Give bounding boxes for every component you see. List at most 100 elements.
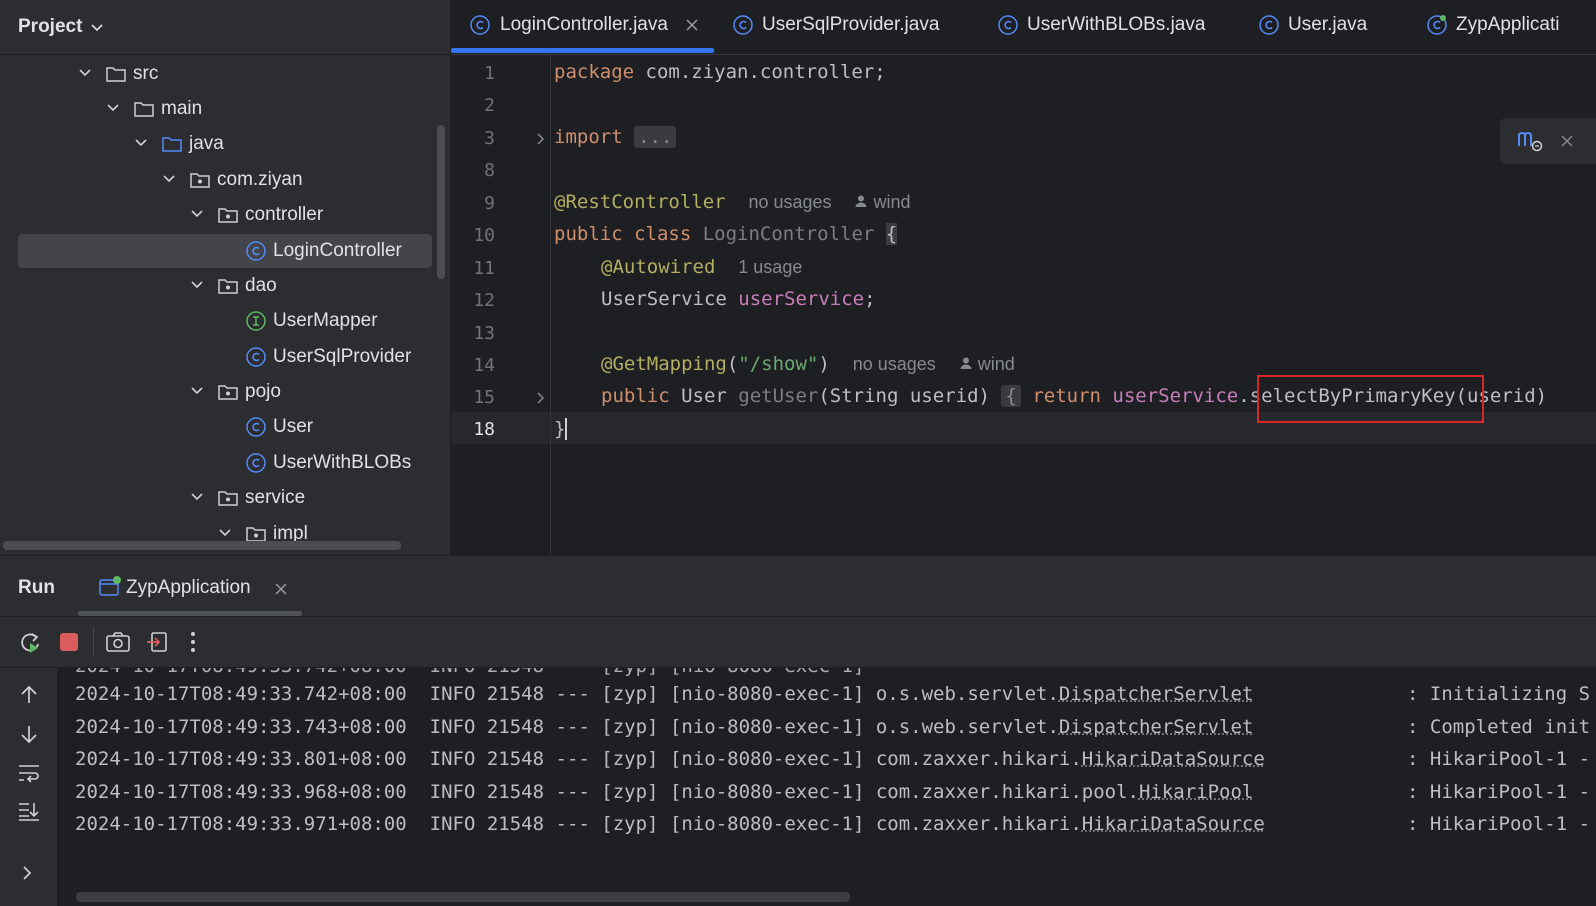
chevron-down-icon[interactable] bbox=[78, 66, 92, 80]
soft-wrap-icon[interactable] bbox=[17, 762, 41, 784]
camera-icon[interactable] bbox=[105, 630, 131, 654]
chevron-down-icon[interactable] bbox=[218, 526, 232, 540]
exit-icon[interactable] bbox=[145, 630, 169, 654]
tree-item-java[interactable]: java bbox=[0, 127, 440, 161]
log-level: INFO bbox=[430, 668, 476, 677]
close-icon[interactable] bbox=[274, 582, 288, 596]
active-tab-indicator bbox=[78, 611, 302, 616]
tab-logincontroller[interactable]: LoginController.java bbox=[469, 0, 714, 54]
log-package: com.zaxxer.hikari.pool. bbox=[875, 781, 1139, 803]
run-panel: Run ZypApplication 2024-10-17T08:49:33.7… bbox=[0, 556, 1596, 906]
folded-imports[interactable]: ... bbox=[634, 126, 677, 148]
active-tab-indicator bbox=[451, 48, 714, 53]
tree-item-com-ziyan[interactable]: com.ziyan bbox=[0, 163, 440, 197]
folded-body[interactable]: { bbox=[1001, 385, 1021, 407]
log-message: : HikariPool-1 - bbox=[1407, 781, 1591, 803]
code-line-10[interactable]: public class LoginController { bbox=[554, 223, 898, 245]
tree-item-controller[interactable]: controller bbox=[0, 198, 440, 232]
tree-item-label: service bbox=[245, 487, 306, 508]
project-panel-title[interactable]: Project bbox=[18, 16, 82, 38]
chevron-right-icon[interactable] bbox=[20, 864, 34, 882]
chevron-down-icon[interactable] bbox=[162, 172, 176, 186]
log-sep: --- bbox=[555, 748, 590, 770]
author-hint[interactable]: wind bbox=[854, 192, 911, 212]
log-level: INFO bbox=[429, 781, 476, 803]
log-class-link[interactable]: HikariPool bbox=[1139, 781, 1253, 803]
tree-item-usermapper[interactable]: UserMapper bbox=[0, 304, 440, 338]
rerun-icon[interactable] bbox=[17, 630, 43, 656]
log-class-link[interactable]: DispatcherServlet bbox=[1059, 716, 1253, 738]
log-thread: [nio-8080-exec-1] bbox=[669, 813, 865, 835]
tree-item-label: UserMapper bbox=[273, 310, 378, 331]
arrow-up-icon[interactable] bbox=[18, 684, 40, 706]
log-thread: [nio-8080-exec-1] bbox=[669, 748, 865, 770]
tree-item-label: impl bbox=[273, 523, 308, 541]
more-options-icon[interactable] bbox=[187, 630, 199, 654]
tree-vertical-scrollbar[interactable] bbox=[437, 125, 445, 279]
tree-item-userwithblobs[interactable]: UserWithBLOBs bbox=[0, 446, 440, 480]
stop-icon[interactable] bbox=[58, 631, 80, 653]
code-editor: LoginController.java UserSqlProvider.jav… bbox=[451, 0, 1596, 555]
chevron-down-icon[interactable] bbox=[134, 136, 148, 150]
scroll-to-end-icon[interactable] bbox=[17, 800, 41, 822]
tree-item-usersqlprovider[interactable]: UserSqlProvider bbox=[0, 340, 440, 374]
tab-label: ZypApplicati bbox=[1456, 14, 1560, 35]
annotation: @GetMapping bbox=[601, 353, 727, 375]
code-line-3[interactable]: import ... bbox=[554, 126, 677, 148]
tree-item-impl[interactable]: impl bbox=[0, 517, 440, 541]
chevron-down-icon[interactable] bbox=[190, 490, 204, 504]
arrow-down-icon[interactable] bbox=[18, 723, 40, 745]
chevron-down-icon[interactable] bbox=[190, 384, 204, 398]
run-panel-title[interactable]: Run bbox=[18, 577, 55, 599]
tree-item-main[interactable]: main bbox=[0, 92, 440, 126]
chevron-right-icon[interactable] bbox=[535, 390, 547, 406]
user-icon bbox=[960, 357, 972, 369]
tab-userwithblobs[interactable]: UserWithBLOBs.java bbox=[997, 0, 1237, 54]
chevron-down-icon[interactable] bbox=[106, 101, 120, 115]
usage-hint[interactable]: 1 usage bbox=[738, 257, 802, 277]
tree-item-service[interactable]: service bbox=[0, 481, 440, 515]
log-class-link[interactable]: HikariDataSource bbox=[1082, 748, 1265, 770]
log-class-link[interactable]: DispatcherServlet bbox=[1059, 683, 1253, 705]
tab-zypapplication[interactable]: ZypApplicati bbox=[1426, 0, 1596, 54]
author-hint[interactable]: wind bbox=[959, 354, 1015, 374]
keyword: public class bbox=[554, 223, 692, 245]
chevron-down-icon[interactable] bbox=[190, 278, 204, 292]
usage-hint[interactable]: no usages bbox=[748, 192, 831, 212]
code-line-12[interactable]: UserService userService; bbox=[601, 288, 876, 310]
code-line-11[interactable]: @Autowired 1 usage bbox=[601, 256, 802, 278]
tab-label: UserSqlProvider.java bbox=[762, 14, 940, 35]
code-line-14[interactable]: @GetMapping("/show") no usages wind bbox=[601, 353, 1015, 375]
parameters: (String userid) bbox=[818, 385, 990, 407]
tree-item-src[interactable]: src bbox=[0, 57, 440, 91]
code-line-1[interactable]: package com.ziyan.controller; bbox=[554, 61, 886, 83]
tab-user[interactable]: User.java bbox=[1258, 0, 1398, 54]
log-time: 2024-10-17T08:49:33.801+08:00 bbox=[75, 748, 407, 770]
tab-usersqlprovider[interactable]: UserSqlProvider.java bbox=[732, 0, 972, 54]
usage-hint[interactable]: no usages bbox=[853, 354, 936, 374]
run-tab-zypapplication[interactable]: ZypApplication bbox=[78, 556, 302, 616]
tree-item-logincontroller[interactable]: LoginController bbox=[18, 234, 432, 268]
code-line-9[interactable]: @RestController no usages wind bbox=[554, 191, 911, 213]
console-output[interactable]: 2024-10-17T08:49:33.742+08:00 INFO 21548… bbox=[57, 668, 1596, 906]
chevron-down-icon[interactable] bbox=[90, 16, 104, 38]
close-icon[interactable] bbox=[685, 18, 699, 32]
tree-item-user[interactable]: User bbox=[0, 410, 440, 444]
package-icon bbox=[218, 208, 238, 223]
ai-assistant-icon[interactable] bbox=[1516, 128, 1544, 154]
line-number: 12 bbox=[473, 290, 495, 311]
chevron-down-icon[interactable] bbox=[190, 207, 204, 221]
log-sep: --- bbox=[556, 668, 590, 677]
floating-action-widget[interactable] bbox=[1500, 118, 1596, 164]
chevron-right-icon[interactable] bbox=[535, 131, 547, 147]
log-class-link[interactable]: HikariDataSource bbox=[1082, 813, 1265, 835]
tree-item-label: UserSqlProvider bbox=[273, 346, 412, 367]
log-pid: 21548 bbox=[486, 716, 545, 738]
console-horizontal-scrollbar[interactable] bbox=[76, 892, 850, 902]
code-line-18[interactable]: } bbox=[554, 418, 568, 440]
tree-item-pojo[interactable]: pojo bbox=[0, 375, 440, 409]
tree-item-dao[interactable]: dao bbox=[0, 269, 440, 303]
tree-horizontal-scrollbar[interactable] bbox=[3, 541, 401, 550]
interface-icon bbox=[246, 311, 266, 331]
close-icon[interactable] bbox=[1560, 134, 1574, 148]
